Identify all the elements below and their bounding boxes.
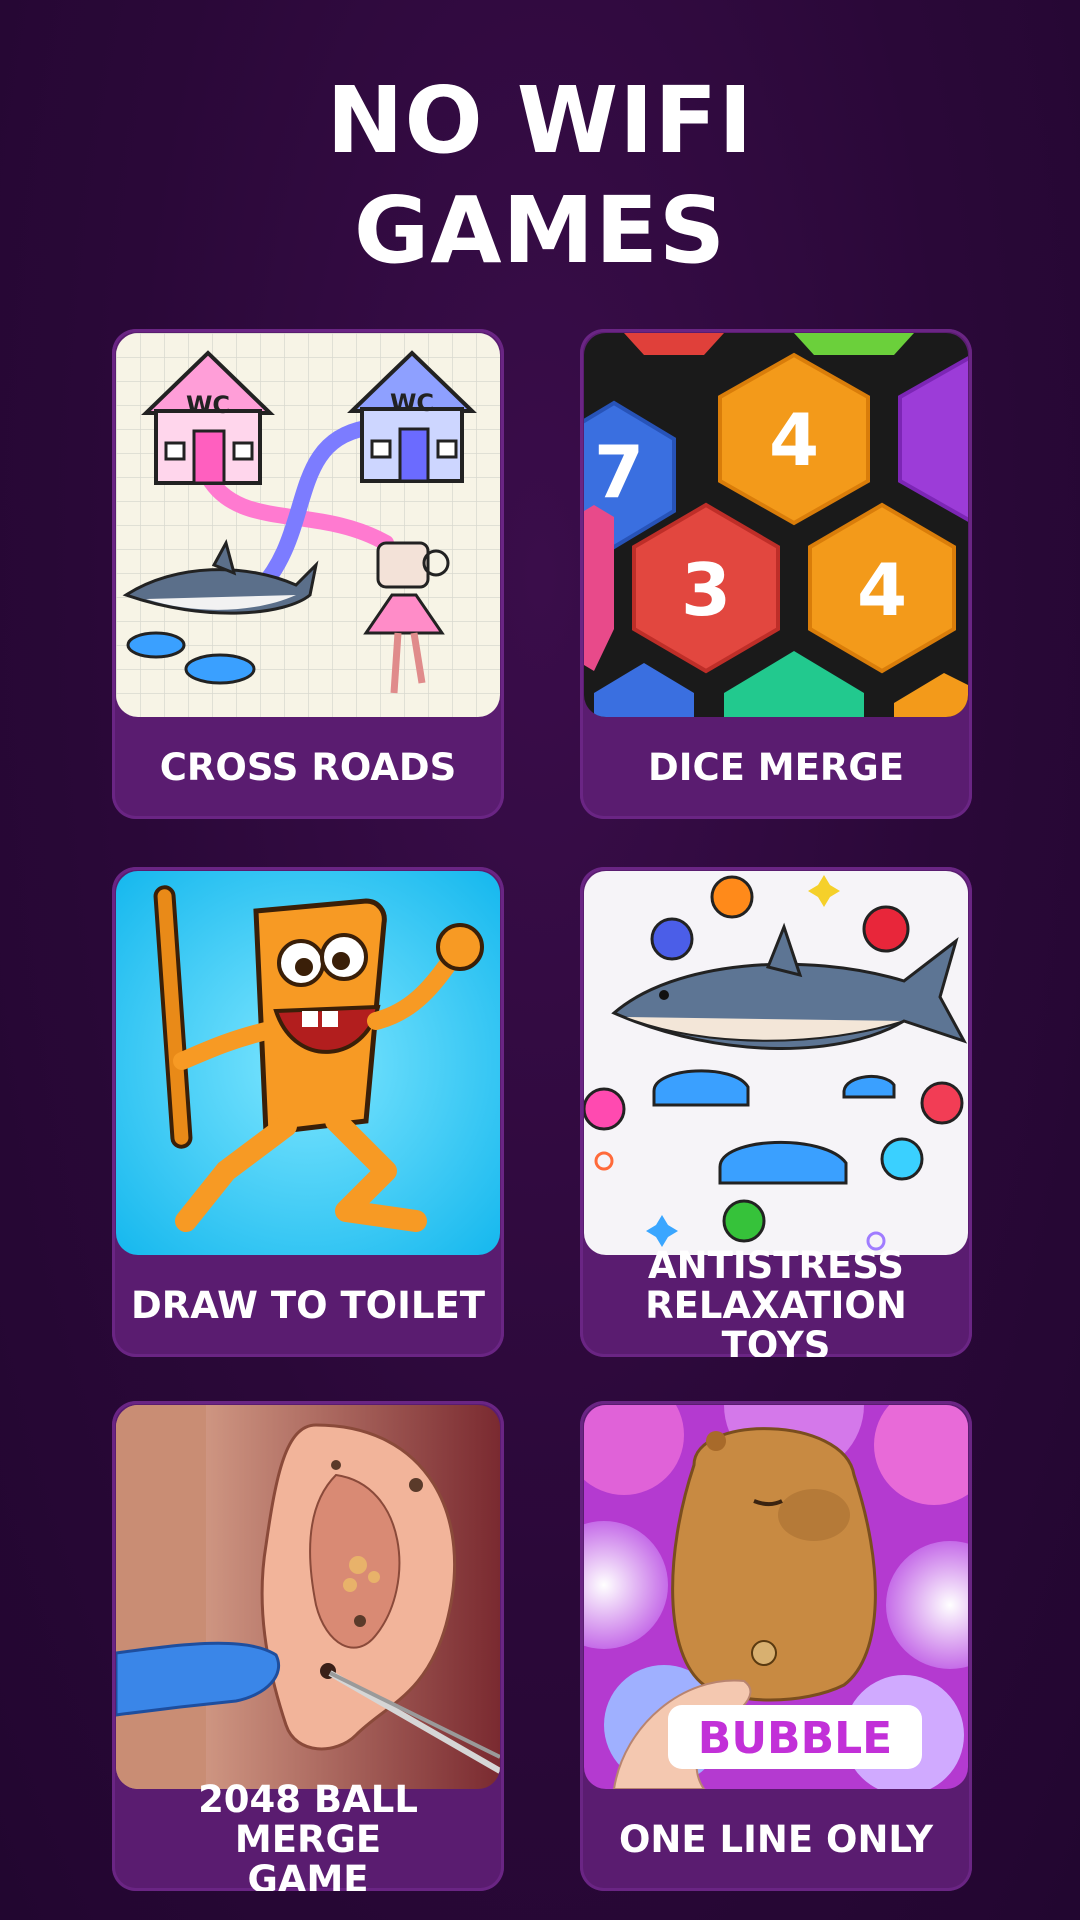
game-title: ONE LINE ONLY [618,1818,934,1861]
antistress-thumbnail-icon [584,871,968,1255]
svg-text:WC: WC [390,389,434,417]
hex-tile-4-top: 4 [769,398,819,482]
ear-cleaning-thumbnail-icon [116,1405,500,1789]
game-title: CROSS ROADS [159,746,457,789]
game-card-draw-to-toilet[interactable]: DRAW TO TOILET [112,867,504,1357]
game-title: ANTISTRESS RELAXATION TOYS [645,1244,907,1358]
svg-text:WC: WC [186,391,230,419]
game-title: DRAW TO TOILET [131,1284,485,1327]
game-card-2048-ball-merge[interactable]: 2048 BALL MERGE GAME [112,1401,504,1891]
hex-tile-4-right: 4 [857,548,907,632]
capybara-bubble-thumbnail-icon: BUBBLE [584,1405,968,1789]
page-title-line-2: GAMES [353,177,727,284]
cross-roads-thumbnail-icon: WC WC [116,333,500,717]
game-title: DICE MERGE [647,746,905,789]
page-title-line-1: NO WIFI [326,67,754,174]
hex-tile-3: 3 [681,548,731,632]
page-title: NO WIFI GAMES [0,66,1080,286]
game-card-cross-roads[interactable]: WC WC CROSS ROADS [112,329,504,819]
hex-tile-7: 7 [594,430,644,514]
game-card-one-line-only[interactable]: BUBBLE ONE LINE ONLY [580,1401,972,1891]
game-card-antistress-relaxation-toys[interactable]: ANTISTRESS RELAXATION TOYS [580,867,972,1357]
game-title: 2048 BALL MERGE GAME [198,1778,418,1892]
dice-merge-thumbnail-icon: 7 4 3 4 [584,333,968,717]
bubble-sign-text: BUBBLE [698,1713,892,1764]
game-card-dice-merge[interactable]: 7 4 3 4 DICE MERGE [580,329,972,819]
draw-to-toilet-thumbnail-icon [116,871,500,1255]
